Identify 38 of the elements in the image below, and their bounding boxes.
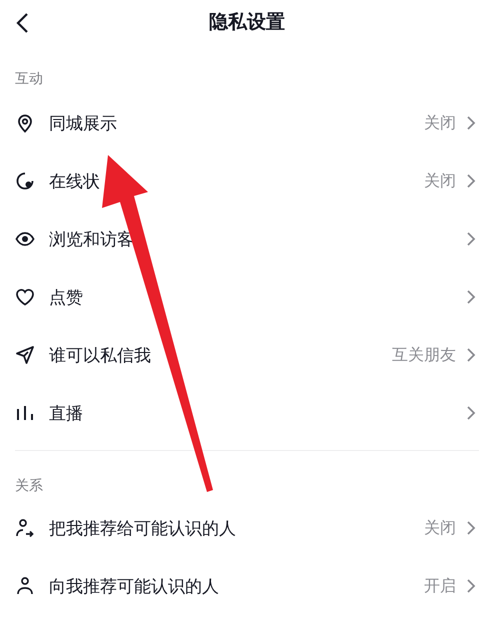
row-label: 向我推荐可能认识的人	[49, 576, 220, 598]
settings-row[interactable]: 向我推荐可能认识的人 开启	[0, 557, 494, 615]
person-share-icon	[15, 518, 35, 538]
row-value: 关闭	[424, 112, 456, 134]
online-status-icon	[15, 171, 35, 191]
settings-row[interactable]: 谁可以私信我 互关朋友	[0, 326, 494, 384]
bar-chart-icon	[15, 403, 35, 423]
row-label: 同城展示	[49, 112, 118, 134]
chevron-right-icon	[466, 173, 476, 189]
settings-row[interactable]: 同城展示 关闭	[0, 94, 494, 152]
settings-row[interactable]: 直播	[0, 384, 494, 442]
settings-row[interactable]: 把我推荐给可能认识的人 关闭	[0, 499, 494, 557]
row-label: 谁可以私信我	[49, 344, 152, 366]
row-label: 点赞	[49, 286, 84, 308]
chevron-right-icon	[466, 115, 476, 131]
chevron-right-icon	[466, 231, 476, 247]
row-value: 开启	[424, 576, 456, 596]
row-label: 在线状	[49, 170, 101, 192]
row-label: 直播	[49, 402, 84, 424]
settings-row[interactable]: 点赞	[0, 268, 494, 326]
chevron-right-icon	[466, 405, 476, 421]
eye-icon	[15, 229, 35, 249]
paper-plane-icon	[15, 345, 35, 365]
settings-row[interactable]: 在线状 关闭	[0, 152, 494, 210]
row-value: 关闭	[424, 170, 456, 192]
location-pin-icon	[15, 113, 35, 133]
heart-icon	[15, 287, 35, 307]
chevron-right-icon	[466, 289, 476, 305]
row-value: 关闭	[424, 518, 456, 538]
section-title: 关系	[15, 478, 43, 494]
page-title: 隐私设置	[209, 10, 285, 35]
chevron-right-icon	[466, 578, 476, 594]
chevron-right-icon	[466, 347, 476, 363]
row-value: 互关朋友	[392, 344, 456, 366]
chevron-right-icon	[466, 520, 476, 536]
row-label: 把我推荐给可能认识的人	[49, 518, 237, 540]
person-icon	[15, 576, 35, 596]
section-title: 互动	[15, 71, 43, 87]
